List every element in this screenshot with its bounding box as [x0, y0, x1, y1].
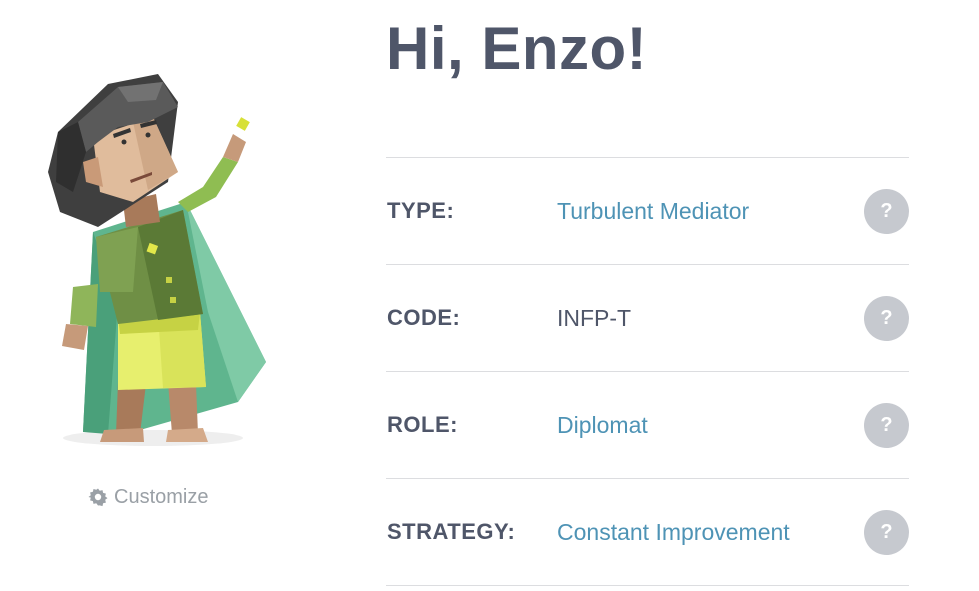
type-label: TYPE:: [387, 198, 455, 223]
gear-icon: [88, 488, 108, 507]
code-value: INFP-T: [557, 305, 632, 331]
type-help-button[interactable]: ?: [864, 189, 909, 234]
strategy-label: STRATEGY:: [387, 519, 516, 544]
code-label: CODE:: [387, 305, 461, 330]
greeting-heading: Hi, Enzo!: [386, 15, 648, 82]
customize-label: Customize: [114, 485, 209, 508]
info-row-strategy: STRATEGY: Constant Improvement ?: [386, 478, 909, 586]
info-row-type: TYPE: Turbulent Mediator ?: [386, 157, 909, 264]
code-help-button[interactable]: ?: [864, 296, 909, 341]
info-row-role: ROLE: Diplomat ?: [386, 371, 909, 478]
strategy-value-link[interactable]: Constant Improvement: [557, 519, 790, 546]
personality-info-list: TYPE: Turbulent Mediator ? CODE: INFP-T …: [386, 157, 909, 586]
role-help-button[interactable]: ?: [864, 403, 909, 448]
role-label: ROLE:: [387, 412, 458, 437]
role-value-link[interactable]: Diplomat: [557, 412, 648, 439]
type-value-link[interactable]: Turbulent Mediator: [557, 198, 749, 225]
info-row-code: CODE: INFP-T ?: [386, 264, 909, 371]
avatar-illustration: [48, 74, 266, 446]
customize-link[interactable]: Customize: [88, 483, 208, 511]
strategy-help-button[interactable]: ?: [864, 510, 909, 555]
